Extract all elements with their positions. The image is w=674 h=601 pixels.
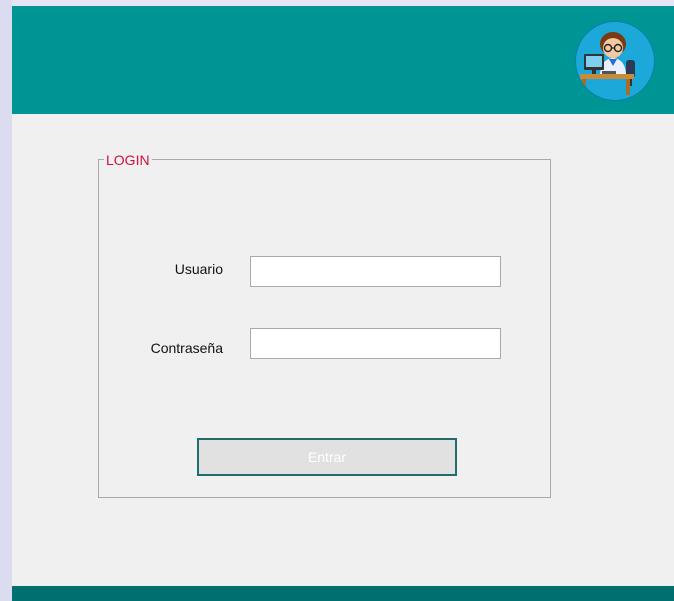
password-input[interactable] [250, 328, 501, 359]
entrar-button[interactable]: Entrar [197, 438, 457, 476]
window-left-edge [0, 0, 12, 601]
password-label: Contraseña [150, 340, 223, 356]
username-label: Usuario [174, 261, 223, 277]
programmer-at-desk-icon [575, 21, 655, 101]
header-bar [12, 6, 674, 114]
username-input[interactable] [250, 256, 501, 287]
login-group-title: LOGIN [104, 152, 152, 168]
footer-bar [12, 586, 674, 601]
